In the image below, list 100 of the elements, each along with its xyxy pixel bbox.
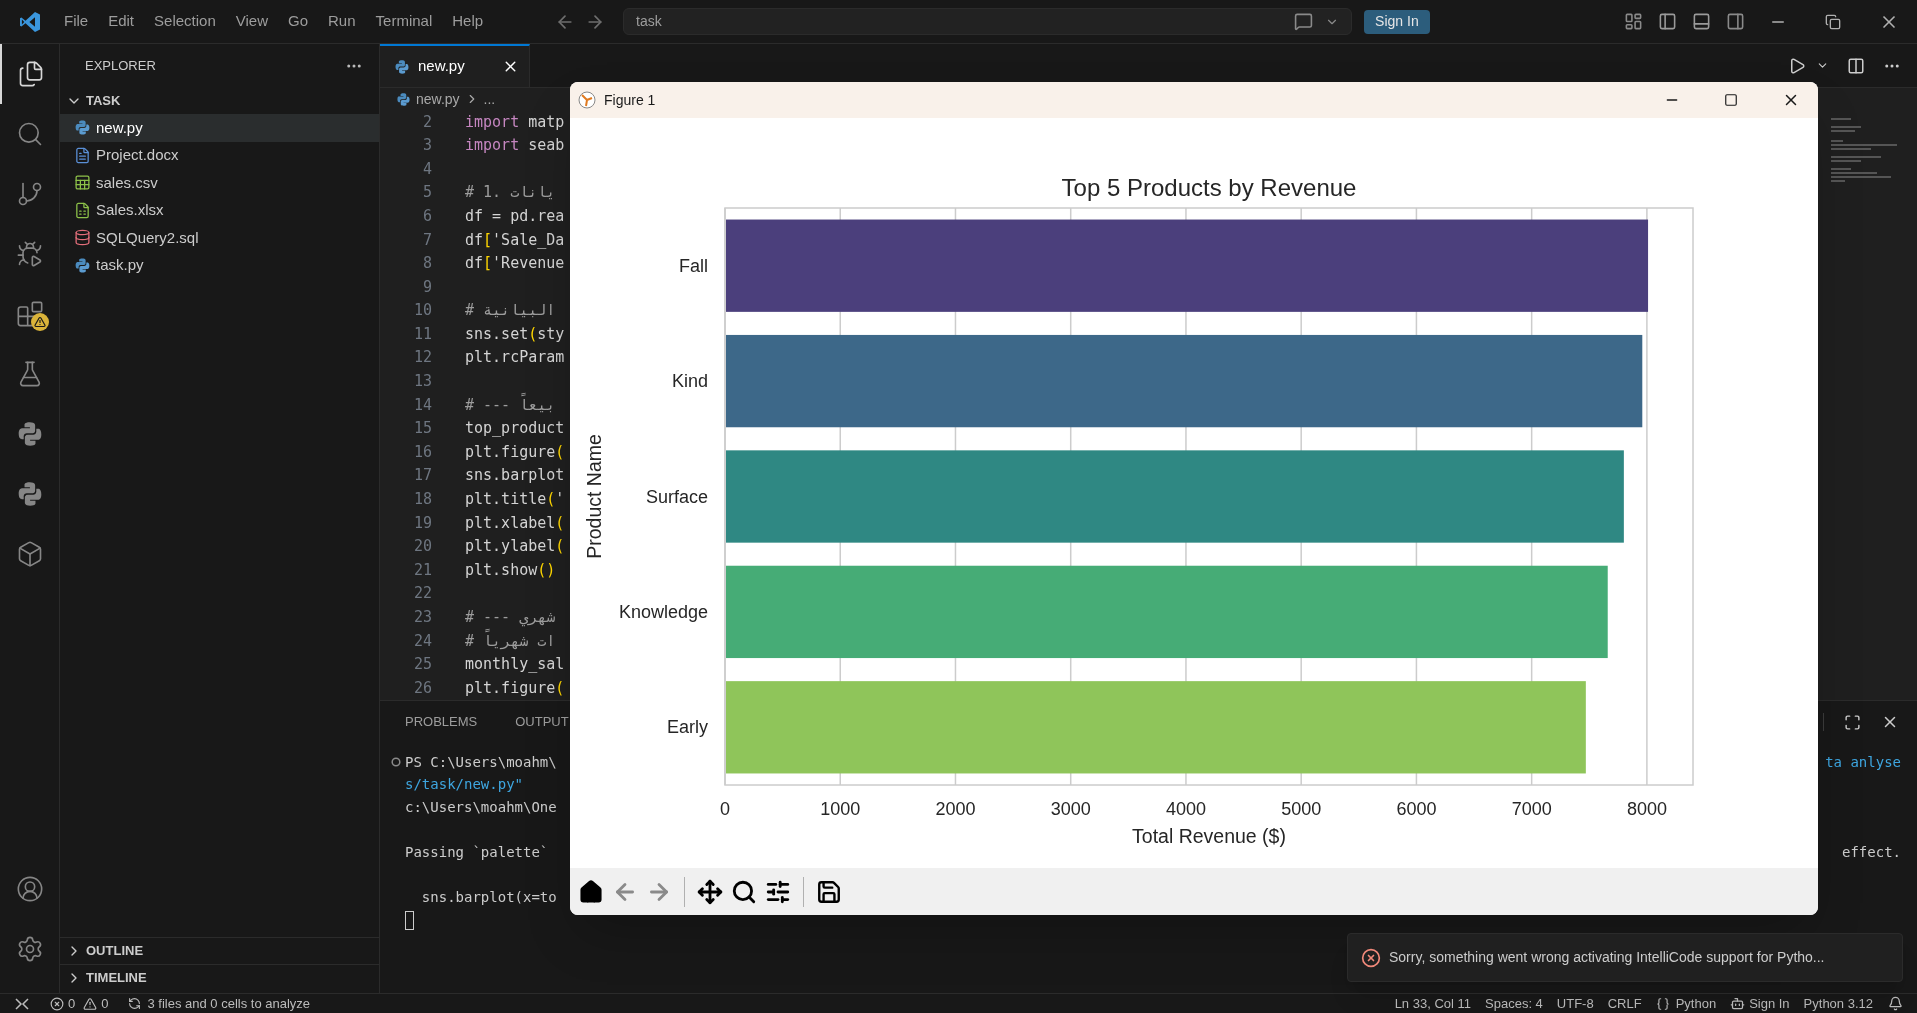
layout-icon[interactable]: [1624, 12, 1643, 31]
line-number: 14: [412, 394, 432, 416]
menu-item[interactable]: Selection: [144, 10, 226, 33]
status-item[interactable]: Python 3.12: [1796, 993, 1880, 1013]
menu-item[interactable]: Edit: [98, 10, 145, 33]
explorer-entry[interactable]: SQLQuery2.sql: [60, 224, 379, 252]
line-number: 19: [412, 512, 432, 534]
code-line: plt.rcParam: [465, 347, 565, 369]
editor-tab[interactable]: new.py: [380, 44, 530, 87]
split-editor-icon[interactable]: [1847, 56, 1865, 75]
explorer-entry[interactable]: sales.csv: [60, 169, 379, 197]
figure-app-icon: [578, 91, 596, 109]
category-label: Surface: [645, 486, 708, 507]
line-number: 20: [412, 536, 432, 558]
sign-in-button[interactable]: Sign In: [1723, 993, 1797, 1013]
python-logo-icon: [394, 58, 410, 75]
app-logo-icon: [18, 9, 42, 34]
explorer-entry[interactable]: Project.docx: [60, 141, 379, 169]
save-icon[interactable]: [816, 878, 842, 905]
bell-icon[interactable]: [1888, 996, 1903, 1011]
folder-header[interactable]: TASK: [60, 88, 379, 114]
menu-item[interactable]: View: [225, 10, 278, 33]
language-button[interactable]: Python: [1648, 993, 1724, 1013]
menu-item[interactable]: Run: [318, 10, 366, 33]
panel-tab[interactable]: PROBLEMS: [405, 712, 478, 732]
menu-item[interactable]: Terminal: [365, 10, 443, 33]
category-label: Early: [667, 717, 708, 738]
sliders-icon[interactable]: [765, 878, 791, 905]
chart-title: Top 5 Products by Revenue: [1061, 174, 1357, 201]
code-line: plt.ylabel(: [465, 536, 565, 558]
terminal-line: sns.barplot(x=to: [420, 888, 557, 908]
explorer-entry[interactable]: Sales.xlsx: [60, 196, 379, 224]
bottom-panel-icon[interactable]: [1692, 12, 1711, 31]
terminal-line: effect.: [1842, 843, 1901, 863]
line-number: 17: [412, 465, 432, 487]
search-field[interactable]: task: [623, 8, 1353, 35]
problems-button[interactable]: 0 0: [50, 993, 109, 1013]
line-number: 6: [421, 205, 432, 227]
line-number: 3: [421, 135, 432, 157]
code-line: plt.figure(: [465, 441, 565, 463]
panel-tab[interactable]: OUTPUT: [515, 712, 569, 732]
magnifier-icon[interactable]: [731, 878, 757, 905]
home-icon[interactable]: [578, 878, 604, 905]
code-line: # ات شهرياً: [465, 629, 556, 652]
tick-label: 4000: [1165, 799, 1206, 819]
menu-item[interactable]: Help: [442, 10, 494, 33]
restore-icon[interactable]: [1825, 13, 1841, 30]
status-item[interactable]: Ln 33, Col 11: [1387, 993, 1478, 1013]
database-icon: [74, 229, 91, 247]
tick-label: 1000: [820, 799, 861, 819]
extensions-icon[interactable]: [15, 300, 44, 328]
run-icon[interactable]: [1788, 56, 1806, 75]
status-item[interactable]: CRLF: [1600, 993, 1649, 1013]
code-line: plt.xlabel(: [465, 512, 565, 534]
code-line: df = pd.rea: [465, 205, 565, 227]
code-line: # --- بيعاً: [465, 393, 556, 416]
code-line: import matp: [465, 111, 565, 133]
line-number: 26: [412, 677, 432, 699]
chat-icon[interactable]: [1294, 12, 1314, 31]
sign-in-button[interactable]: Sign In: [1364, 9, 1430, 34]
window-title: Figure 1: [604, 90, 656, 110]
explorer-entry[interactable]: task.py: [60, 251, 379, 279]
python-logo-icon: [396, 91, 411, 107]
code-line: top_product: [465, 418, 565, 440]
tick-label: 5000: [1281, 799, 1322, 819]
section-header[interactable]: OUTLINE: [60, 937, 379, 964]
code-line: monthly_sal: [465, 654, 565, 676]
maximize-icon[interactable]: [1724, 93, 1738, 107]
breadcrumb-item[interactable]: ...: [483, 88, 496, 110]
left-panel-icon[interactable]: [1658, 12, 1677, 31]
error-icon: [1361, 947, 1381, 968]
section-header[interactable]: TIMELINE: [60, 964, 379, 991]
line-number: 8: [421, 253, 432, 275]
right-panel-icon[interactable]: [1726, 12, 1745, 31]
run-debug-icon[interactable]: [15, 240, 44, 268]
category-label: Fall: [679, 255, 708, 276]
code-line: sns.set(sty: [465, 323, 565, 345]
breadcrumb-item[interactable]: new.py: [416, 88, 460, 110]
line-number: 18: [412, 489, 432, 511]
line-number: 7: [421, 229, 432, 251]
status-item[interactable]: UTF-8: [1549, 993, 1601, 1013]
bot-icon: [1730, 996, 1746, 1011]
tick-label: 6000: [1396, 799, 1437, 819]
status-item[interactable]: Spaces: 4: [1478, 993, 1550, 1013]
braces-icon: [1655, 996, 1670, 1011]
line-number: 10: [412, 300, 432, 322]
menu-item[interactable]: File: [54, 10, 99, 33]
tick-label: 3000: [1050, 799, 1091, 819]
move-icon[interactable]: [697, 878, 723, 905]
status-item[interactable]: 3 files and 0 cells to analyze: [147, 993, 311, 1013]
line-number: 16: [412, 441, 432, 463]
account-icon[interactable]: [15, 875, 44, 903]
python-logo-icon: [74, 256, 91, 274]
maximize-icon[interactable]: [1844, 713, 1861, 731]
spreadsheet-icon: [74, 201, 91, 219]
menu-item[interactable]: Go: [278, 10, 318, 33]
explorer-entry[interactable]: new.py: [60, 114, 379, 142]
line-number: 2: [421, 111, 432, 133]
category-label: Kind: [671, 371, 708, 392]
line-number: 23: [412, 607, 432, 628]
